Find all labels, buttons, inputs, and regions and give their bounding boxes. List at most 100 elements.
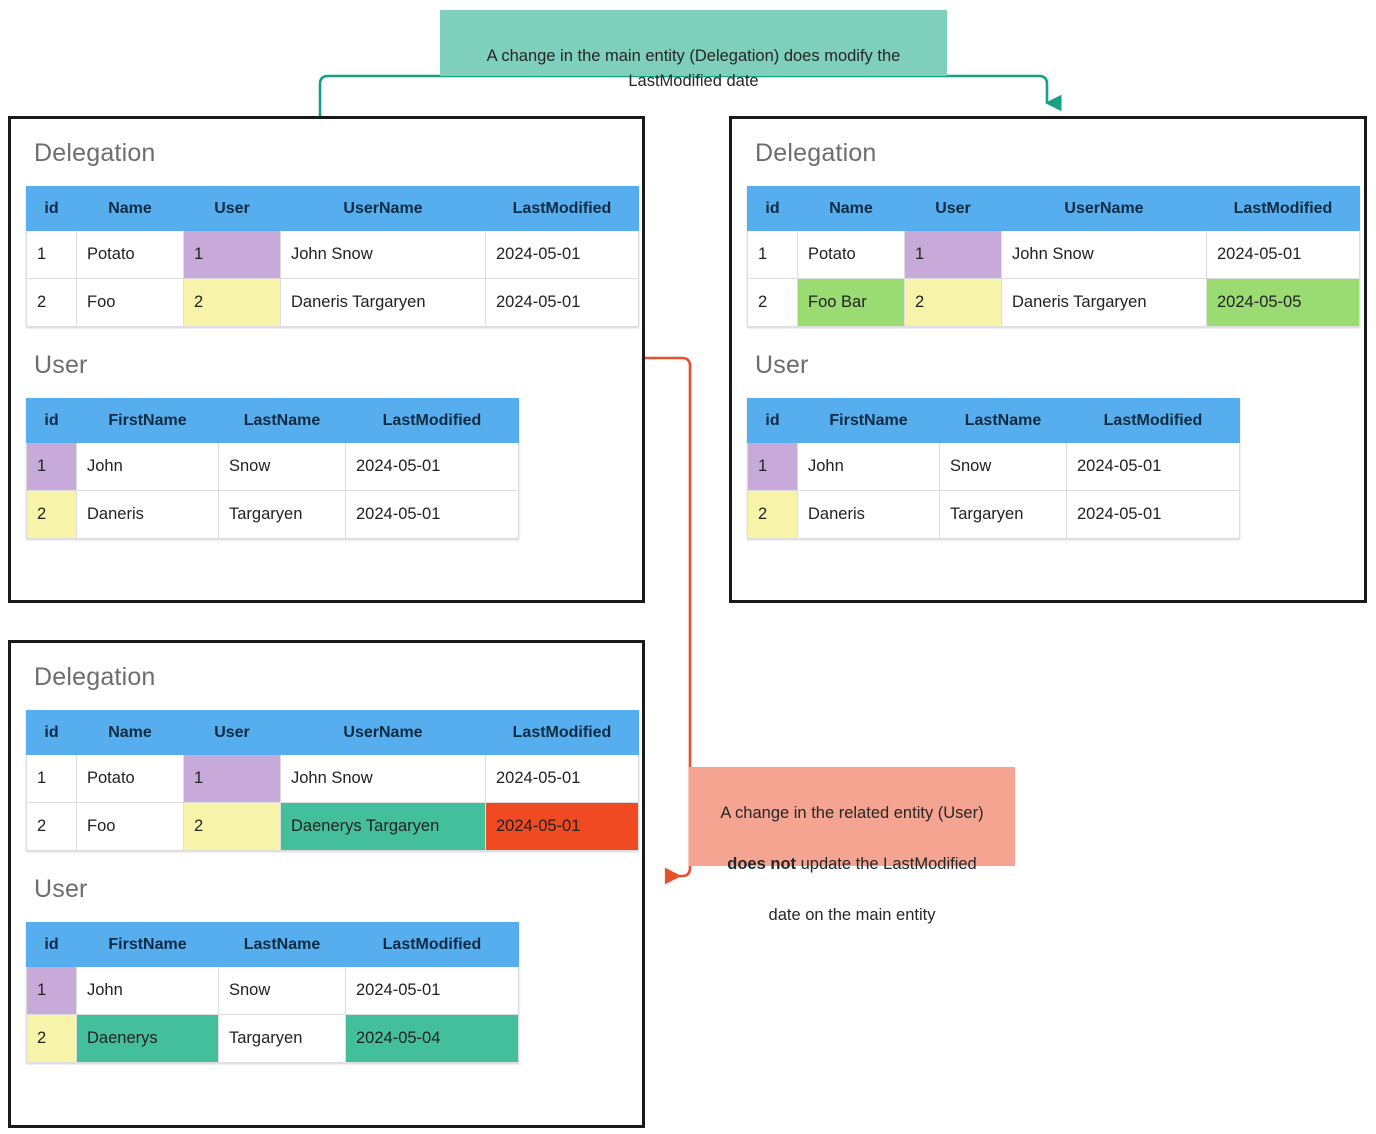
column-header-user: User bbox=[183, 710, 281, 755]
column-header-lastmodified: LastModified bbox=[1066, 398, 1240, 443]
table-delegation-before: id Name User UserName LastModified 1 Pot… bbox=[26, 186, 639, 327]
table-header-row: id FirstName LastName LastModified bbox=[26, 922, 519, 967]
note-related-line3: date on the main entity bbox=[768, 905, 936, 924]
note-related-emphasis: does not bbox=[727, 854, 797, 873]
column-header-id: id bbox=[26, 922, 77, 967]
cell-lastmodified: 2024-05-01 bbox=[1066, 442, 1240, 491]
table-user-related: id FirstName LastName LastModified 1 Joh… bbox=[26, 922, 519, 1063]
table-row: 2 Foo 2 Daneris Targaryen 2024-05-01 bbox=[26, 278, 639, 327]
cell-username: Daenerys Targaryen bbox=[280, 802, 486, 851]
column-header-id: id bbox=[747, 186, 798, 231]
cell-username: Daneris Targaryen bbox=[280, 278, 486, 327]
column-header-firstname: FirstName bbox=[797, 398, 940, 443]
entity-title-delegation: Delegation bbox=[34, 139, 156, 167]
note-related-line2: update the LastModified bbox=[796, 854, 977, 873]
column-header-lastname: LastName bbox=[939, 398, 1067, 443]
cell-lastmodified: 2024-05-01 bbox=[345, 490, 519, 539]
orange-arrow-path bbox=[645, 356, 692, 885]
table-delegation-after: id Name User UserName LastModified 1 Pot… bbox=[747, 186, 1360, 327]
table-user-after: id FirstName LastName LastModified 1 Joh… bbox=[747, 398, 1240, 539]
table-row: 2 Daneris Targaryen 2024-05-01 bbox=[26, 490, 519, 539]
panel-before-change: Delegation id Name User UserName LastMod… bbox=[8, 116, 645, 603]
column-header-firstname: FirstName bbox=[76, 398, 219, 443]
column-header-id: id bbox=[26, 398, 77, 443]
cell-id: 1 bbox=[747, 230, 798, 279]
table-row: 1 John Snow 2024-05-01 bbox=[26, 966, 519, 1015]
cell-user: 1 bbox=[183, 754, 281, 803]
column-header-lastname: LastName bbox=[218, 398, 346, 443]
cell-name: Foo bbox=[76, 802, 184, 851]
table-row: 1 Potato 1 John Snow 2024-05-01 bbox=[747, 230, 1360, 279]
cell-firstname: John bbox=[797, 442, 940, 491]
entity-title-delegation: Delegation bbox=[34, 663, 156, 691]
cell-lastmodified: 2024-05-01 bbox=[485, 754, 639, 803]
cell-lastname: Targaryen bbox=[218, 1014, 346, 1063]
cell-user: 2 bbox=[183, 278, 281, 327]
cell-lastname: Targaryen bbox=[939, 490, 1067, 539]
table-row: 1 John Snow 2024-05-01 bbox=[26, 442, 519, 491]
cell-id: 1 bbox=[747, 442, 798, 491]
table-row: 2 Daenerys Targaryen 2024-05-04 bbox=[26, 1014, 519, 1063]
cell-username: Daneris Targaryen bbox=[1001, 278, 1207, 327]
cell-firstname: John bbox=[76, 442, 219, 491]
cell-name: Potato bbox=[76, 754, 184, 803]
table-header-row: id Name User UserName LastModified bbox=[747, 186, 1360, 231]
column-header-lastmodified: LastModified bbox=[345, 398, 519, 443]
note-main-entity-text: A change in the main entity (Delegation)… bbox=[486, 46, 901, 91]
cell-firstname: Daneris bbox=[797, 490, 940, 539]
note-related-entity: A change in the related entity (User) do… bbox=[689, 767, 1015, 924]
entity-title-delegation: Delegation bbox=[755, 139, 877, 167]
table-user-before: id FirstName LastName LastModified 1 Joh… bbox=[26, 398, 519, 539]
panel-after-main-entity-change: Delegation id Name User UserName LastMod… bbox=[729, 116, 1367, 603]
cell-name: Foo Bar bbox=[797, 278, 905, 327]
cell-id: 2 bbox=[26, 802, 77, 851]
note-related-line1: A change in the related entity (User) bbox=[720, 803, 984, 822]
cell-lastmodified: 2024-05-01 bbox=[1206, 230, 1360, 279]
column-header-user: User bbox=[183, 186, 281, 231]
cell-firstname: Daenerys bbox=[76, 1014, 219, 1063]
panel-after-related-entity-change: Delegation id Name User UserName LastMod… bbox=[8, 640, 645, 1128]
column-header-lastmodified: LastModified bbox=[1206, 186, 1360, 231]
cell-lastname: Snow bbox=[218, 966, 346, 1015]
cell-user: 1 bbox=[904, 230, 1002, 279]
column-header-username: UserName bbox=[1001, 186, 1207, 231]
column-header-username: UserName bbox=[280, 186, 486, 231]
column-header-user: User bbox=[904, 186, 1002, 231]
table-delegation-related: id Name User UserName LastModified 1 Pot… bbox=[26, 710, 639, 851]
column-header-lastmodified: LastModified bbox=[485, 710, 639, 755]
cell-name: Potato bbox=[76, 230, 184, 279]
cell-lastmodified: 2024-05-01 bbox=[485, 278, 639, 327]
cell-name: Potato bbox=[797, 230, 905, 279]
column-header-username: UserName bbox=[280, 710, 486, 755]
table-row: 1 John Snow 2024-05-01 bbox=[747, 442, 1240, 491]
column-header-lastmodified: LastModified bbox=[485, 186, 639, 231]
column-header-id: id bbox=[747, 398, 798, 443]
cell-id: 2 bbox=[747, 490, 798, 539]
cell-username: John Snow bbox=[280, 230, 486, 279]
entity-title-user: User bbox=[34, 351, 88, 379]
column-header-name: Name bbox=[797, 186, 905, 231]
cell-firstname: John bbox=[76, 966, 219, 1015]
table-row: 2 Foo Bar 2 Daneris Targaryen 2024-05-05 bbox=[747, 278, 1360, 327]
column-header-name: Name bbox=[76, 186, 184, 231]
column-header-id: id bbox=[26, 710, 77, 755]
cell-id: 2 bbox=[26, 278, 77, 327]
note-main-entity: A change in the main entity (Delegation)… bbox=[440, 10, 947, 90]
column-header-id: id bbox=[26, 186, 77, 231]
cell-username: John Snow bbox=[280, 754, 486, 803]
table-row: 1 Potato 1 John Snow 2024-05-01 bbox=[26, 754, 639, 803]
cell-user: 1 bbox=[183, 230, 281, 279]
cell-lastname: Snow bbox=[939, 442, 1067, 491]
table-header-row: id FirstName LastName LastModified bbox=[747, 398, 1240, 443]
cell-id: 2 bbox=[26, 1014, 77, 1063]
cell-name: Foo bbox=[76, 278, 184, 327]
cell-lastname: Snow bbox=[218, 442, 346, 491]
table-row: 2 Daneris Targaryen 2024-05-01 bbox=[747, 490, 1240, 539]
cell-user: 2 bbox=[183, 802, 281, 851]
column-header-lastmodified: LastModified bbox=[345, 922, 519, 967]
cell-id: 1 bbox=[26, 230, 77, 279]
cell-lastmodified: 2024-05-01 bbox=[345, 442, 519, 491]
cell-lastmodified: 2024-05-04 bbox=[345, 1014, 519, 1063]
cell-lastname: Targaryen bbox=[218, 490, 346, 539]
cell-lastmodified: 2024-05-01 bbox=[485, 230, 639, 279]
